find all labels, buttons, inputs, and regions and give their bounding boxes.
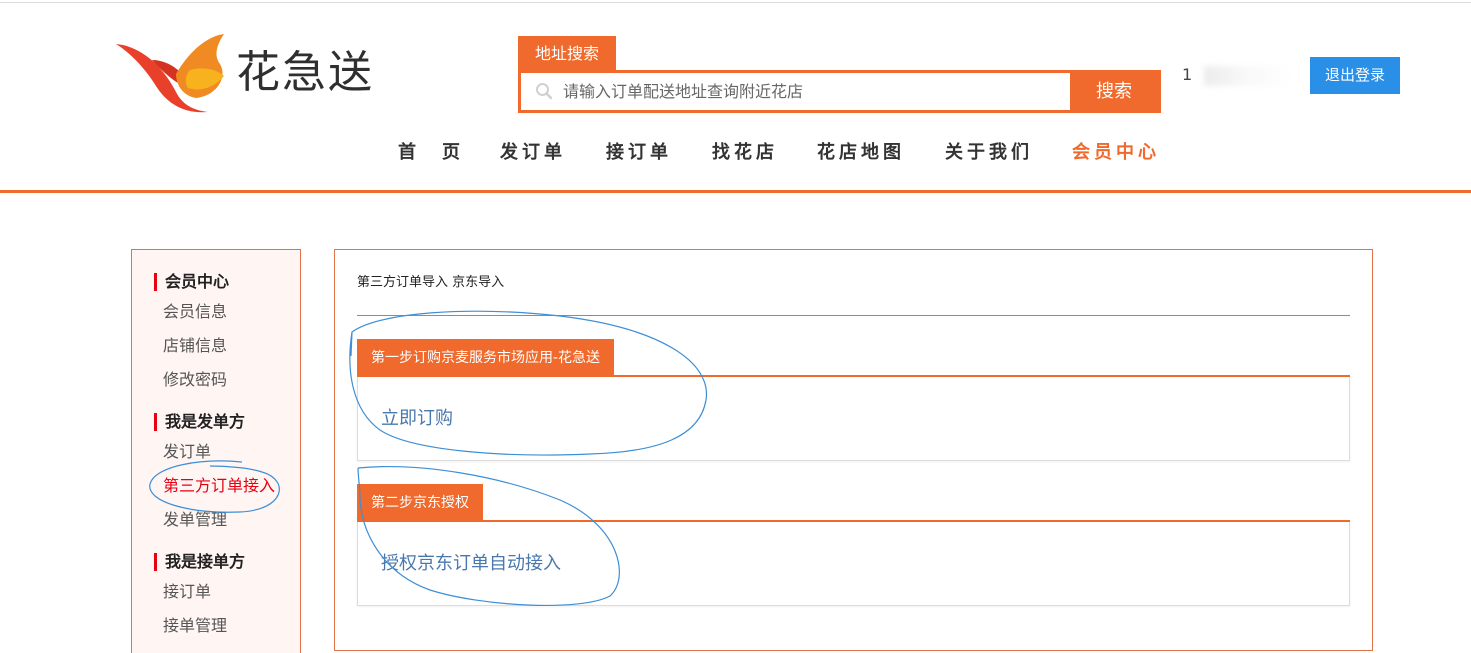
authorize-jd-link[interactable]: 授权京东订单自动接入 (381, 552, 561, 576)
search-icon (536, 83, 553, 100)
brand-name: 花急送 (236, 47, 374, 98)
sidebar-item-send-order[interactable]: 发订单 (163, 441, 211, 463)
subscribe-now-link[interactable]: 立即订购 (381, 407, 453, 431)
nav-item-home[interactable]: 首 页 (398, 136, 464, 170)
step-1-title: 第一步订购京麦服务市场应用-花急送 (357, 339, 615, 377)
sidebar-item-send-management[interactable]: 发单管理 (163, 509, 227, 531)
nav-item-receive-order[interactable]: 接订单 (606, 136, 672, 170)
nav-item-about[interactable]: 关于我们 (945, 136, 1033, 170)
sidebar-item-change-password[interactable]: 修改密码 (163, 369, 227, 391)
nav-item-send-order[interactable]: 发订单 (500, 136, 566, 170)
search-input[interactable] (563, 73, 1068, 110)
sidebar-item-receive-order[interactable]: 接订单 (163, 581, 211, 603)
sidebar-group-member: 会员中心 (154, 273, 229, 291)
nav-item-find-shop[interactable]: 找花店 (712, 136, 778, 170)
main-nav: 首 页 发订单 接订单 找花店 花店地图 关于我们 会员中心 (0, 136, 1471, 170)
step-2-panel: 授权京东订单自动接入 (357, 522, 1350, 606)
nav-item-member-center[interactable]: 会员中心 (1072, 136, 1160, 170)
nav-item-shop-map[interactable]: 花店地图 (817, 136, 905, 170)
user-account-text: 1 (1182, 65, 1193, 84)
sidebar-item-third-party-import[interactable]: 第三方订单接入 (163, 475, 275, 497)
sidebar-item-shop-info[interactable]: 店铺信息 (163, 335, 227, 357)
step-1-panel: 立即订购 (357, 377, 1350, 461)
sidebar-group-sender: 我是发单方 (154, 413, 245, 431)
sidebar-item-receive-management[interactable]: 接单管理 (163, 615, 227, 637)
user-account: 1 (1182, 64, 1294, 86)
sidebar: 会员中心 会员信息 店铺信息 修改密码 我是发单方 发订单 第三方订单接入 发单… (131, 249, 301, 653)
breadcrumb: 第三方订单导入 京东导入 (357, 275, 505, 290)
top-border (0, 2, 1471, 3)
step-2-title: 第二步京东授权 (357, 484, 483, 522)
sidebar-item-member-info[interactable]: 会员信息 (163, 301, 227, 323)
header-divider (0, 190, 1471, 193)
account-redaction (1204, 66, 1294, 86)
search-bar: 搜索 (518, 70, 1161, 113)
logout-button[interactable]: 退出登录 (1310, 57, 1400, 94)
sidebar-group-receiver: 我是接单方 (154, 553, 245, 571)
search-tab-address[interactable]: 地址搜索 (518, 36, 616, 72)
search-button[interactable]: 搜索 (1070, 73, 1158, 110)
breadcrumb-divider (357, 315, 1350, 316)
main-panel: 第三方订单导入 京东导入 第一步订购京麦服务市场应用-花急送 立即订购 第二步京… (334, 249, 1373, 651)
